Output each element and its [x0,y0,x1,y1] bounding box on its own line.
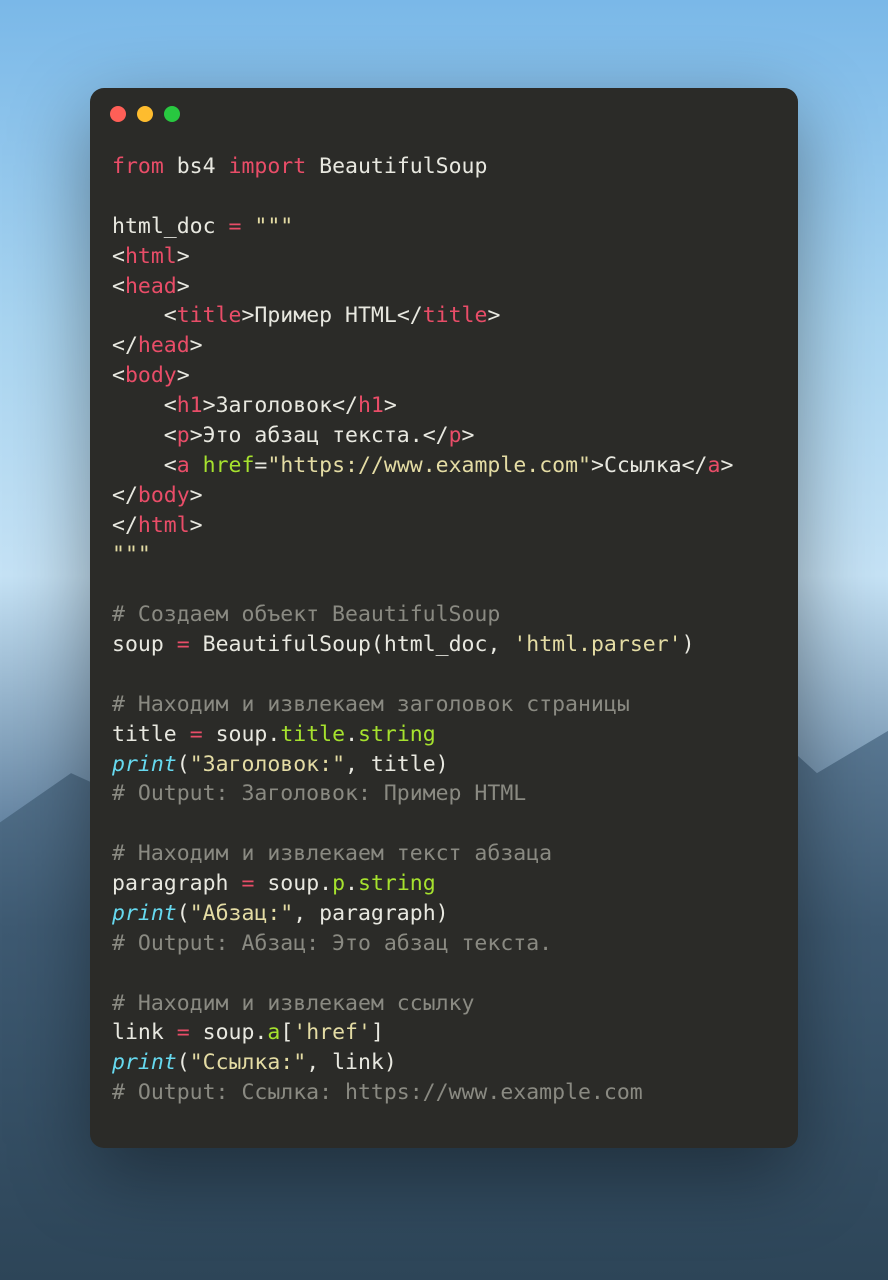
comment-line: # Output: Абзац: Это абзац текста. [112,931,552,956]
keyword-from: from [112,154,164,179]
comment-line: # Создаем объект BeautifulSoup [112,602,500,627]
window-titlebar [90,88,798,134]
comment-line: # Находим и извлекаем заголовок страницы [112,692,630,717]
print-call: print [112,1050,177,1075]
print-call: print [112,901,177,926]
minimize-icon[interactable] [137,106,153,122]
comment-line: # Находим и извлекаем ссылку [112,991,474,1016]
keyword-import: import [229,154,307,179]
comment-line: # Output: Заголовок: Пример HTML [112,781,526,806]
print-call: print [112,752,177,777]
code-content: from bs4 import BeautifulSoup html_doc =… [90,134,798,1108]
code-window: from bs4 import BeautifulSoup html_doc =… [90,88,798,1148]
comment-line: # Находим и извлекаем текст абзаца [112,841,552,866]
comment-line: # Output: Ссылка: https://www.example.co… [112,1080,643,1105]
close-icon[interactable] [110,106,126,122]
maximize-icon[interactable] [164,106,180,122]
